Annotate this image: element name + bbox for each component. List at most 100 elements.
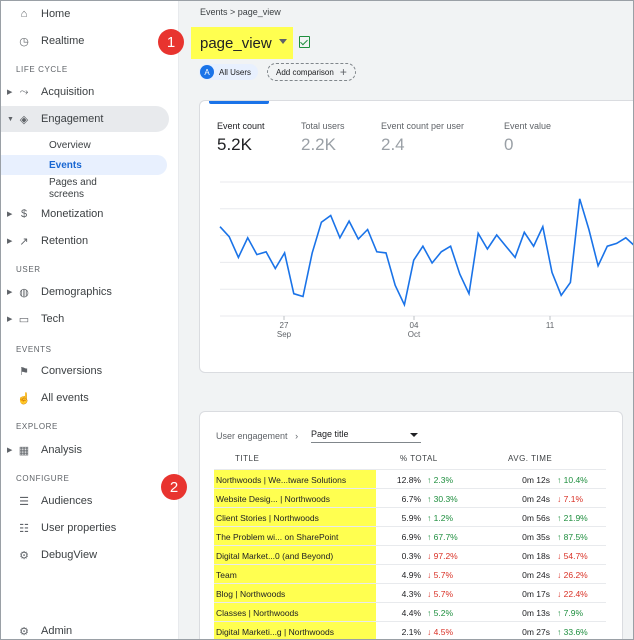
sidebar-item-all-events[interactable]: ☝ All events [1, 386, 169, 410]
verified-report-icon[interactable] [299, 36, 310, 48]
table-cell-time-change: ↓ 26.2% [557, 570, 588, 580]
table-cell-title: Classes | Northwoods [214, 603, 376, 622]
change-value: 5.7% [433, 570, 453, 580]
table-cell-avg-time: 0m 27s [522, 627, 550, 637]
table-cell-pct-change: ↑ 67.7% [427, 532, 458, 542]
sidebar-item-home[interactable]: ⌂ Home [1, 2, 169, 26]
table-cell-time-change: ↑ 10.4% [557, 475, 588, 485]
table-cell-pct-total: 4.4% [401, 608, 421, 618]
engagement-icon: ◈ [19, 113, 29, 126]
sidebar-item-engagement[interactable]: ▼ ◈ Engagement [1, 106, 169, 132]
arrow-down-icon: ↓ [427, 570, 434, 580]
table-cell-pct-change: ↑ 5.2% [427, 608, 453, 618]
sidebar-item-admin[interactable]: ⚙ Admin [1, 619, 169, 639]
table-row[interactable]: Northwoods | We...tware Solutions 12.8% ↑ … [214, 469, 606, 489]
arrow-down-icon: ↓ [557, 551, 564, 561]
change-value: 26.2% [563, 570, 588, 580]
arrow-up-icon: ↑ [427, 494, 434, 504]
arrow-up-icon: ↑ [427, 513, 434, 523]
table-row[interactable]: Digital Marketi...g | Northwoods 2.1% ↓ 4.… [214, 621, 606, 639]
expand-caret-icon: ▶ [7, 447, 13, 454]
sidebar-item-demographics[interactable]: ▶ ◍ Demographics [1, 280, 169, 304]
change-value: 5.2% [433, 608, 453, 618]
dimension-select[interactable]: Page title [311, 429, 421, 443]
change-value: 7.9% [563, 608, 583, 618]
x-tick-label-day: 11 [546, 321, 555, 330]
change-value: 30.3% [433, 494, 458, 504]
sidebar-item-overview[interactable]: Overview [1, 137, 167, 153]
dropdown-arrow-icon [410, 433, 418, 437]
table-cell-pct-total: 12.8% [396, 475, 421, 485]
change-value: 67.7% [433, 532, 458, 542]
sidebar-item-events[interactable]: Events [1, 155, 167, 175]
column-header-title[interactable]: TITLE [235, 454, 259, 463]
user-properties-icon: ☷ [19, 522, 29, 535]
table-row[interactable]: The Problem wi... on SharePoint 6.9% ↑ 67.… [214, 526, 606, 546]
arrow-down-icon: ↓ [557, 589, 564, 599]
sidebar-item-audiences[interactable]: ☰ Audiences [1, 489, 169, 513]
table-cell-pct-change: ↑ 1.2% [427, 513, 453, 523]
metric-tab-total-users[interactable]: Total users 2.2K [301, 121, 345, 155]
table-row[interactable]: Client Stories | Northwoods 5.9% ↑ 1.2% 0m … [214, 507, 606, 527]
sidebar-item-realtime[interactable]: ◷ Realtime [1, 29, 169, 53]
table-row[interactable]: Digital Market...0 (and Beyond) 0.3% ↓ 97.… [214, 545, 606, 565]
sidebar-item-acquisition[interactable]: ▶ ⤳ Acquisition [1, 80, 169, 104]
add-comparison-button[interactable]: Add comparison + [267, 63, 356, 81]
arrow-up-icon: ↑ [557, 532, 564, 542]
sidebar-item-monetization[interactable]: ▶ $ Monetization [1, 202, 169, 226]
table-cell-pct-change: ↑ 30.3% [427, 494, 458, 504]
sidebar-item-tech[interactable]: ▶ ▭ Tech [1, 307, 169, 331]
event-selector[interactable]: page_view [191, 27, 293, 59]
arrow-up-icon: ↑ [557, 475, 564, 485]
sidebar-item-user-properties[interactable]: ☷ User properties [1, 516, 169, 540]
table-cell-pct-change: ↓ 97.2% [427, 551, 458, 561]
arrow-down-icon: ↓ [427, 551, 434, 561]
table-cell-title: Client Stories | Northwoods [214, 508, 376, 527]
metric-tab-event-value[interactable]: Event value 0 [504, 121, 551, 155]
dollar-icon: $ [20, 208, 28, 220]
table-row[interactable]: Team 4.9% ↓ 5.7% 0m 24s ↓ 26.2% [214, 564, 606, 584]
column-header-total[interactable]: % TOTAL [400, 454, 438, 463]
callout-badge-1: 1 [158, 29, 184, 55]
breadcrumb[interactable]: Events > page_view [200, 7, 281, 17]
column-header-avg-time[interactable]: AVG. TIME [508, 454, 552, 463]
sidebar-item-retention[interactable]: ▶ ↗ Retention [1, 229, 169, 253]
sidebar-item-analysis[interactable]: ▶ ▦ Analysis [1, 438, 169, 462]
line-chart: 27Sep 04Oct 11 [219, 181, 633, 339]
devices-icon: ▭ [18, 313, 30, 326]
table-cell-title: Northwoods | We...tware Solutions [214, 470, 376, 489]
metric-tab-event-count-per-user[interactable]: Event count per user 2.4 [381, 121, 464, 155]
sidebar-item-conversions[interactable]: ⚑ Conversions [1, 359, 169, 383]
x-tick-label-month: Sep [277, 330, 292, 339]
table-cell-avg-time: 0m 18s [522, 551, 550, 561]
segment-avatar: A [200, 65, 214, 79]
change-value: 21.9% [563, 513, 588, 523]
analysis-icon: ▦ [18, 444, 30, 457]
table-cell-time-change: ↓ 7.1% [557, 494, 583, 504]
x-tick-label-month: Oct [408, 330, 421, 339]
table-cell-avg-time: 0m 56s [522, 513, 550, 523]
arrow-down-icon: ↓ [557, 494, 564, 504]
metric-tab-event-count[interactable]: Event count 5.2K [217, 121, 265, 155]
table-cell-avg-time: 0m 17s [522, 589, 550, 599]
table-cell-title: Team [214, 565, 376, 584]
section-label-configure: CONFIGURE [16, 474, 70, 483]
table-cell-avg-time: 0m 13s [522, 608, 550, 618]
sidebar-item-debugview[interactable]: ⚙ DebugView [1, 543, 169, 567]
table-cell-pct-change: ↓ 5.7% [427, 570, 453, 580]
table-cell-pct-change: ↓ 4.5% [427, 627, 453, 637]
app-window: ⌂ Home ◷ Realtime LIFE CYCLE ▶ ⤳ Acquisi… [0, 0, 634, 640]
table-cell-pct-total: 4.3% [401, 589, 421, 599]
x-tick-label-day: 04 [410, 321, 419, 330]
table-row[interactable]: Blog | Northwoods 4.3% ↓ 5.7% 0m 17s ↓ 22.4% [214, 583, 606, 603]
segment-chip-all-users[interactable]: A All Users [199, 64, 259, 80]
audiences-icon: ☰ [19, 495, 29, 508]
table-row[interactable]: Classes | Northwoods 4.4% ↑ 5.2% 0m 13s ↑ 7.… [214, 602, 606, 622]
table-cell-pct-total: 0.3% [401, 551, 421, 561]
collapse-caret-icon: ▼ [7, 115, 14, 123]
table-row[interactable]: Website Desig... | Northwoods 6.7% ↑ 30.3%… [214, 488, 606, 508]
table-cell-pct-total: 6.7% [401, 494, 421, 504]
table-cell-time-change: ↑ 21.9% [557, 513, 588, 523]
sidebar-item-pages-and-screens[interactable]: Pages and screens [1, 177, 167, 201]
table-cell-time-change: ↓ 22.4% [557, 589, 588, 599]
